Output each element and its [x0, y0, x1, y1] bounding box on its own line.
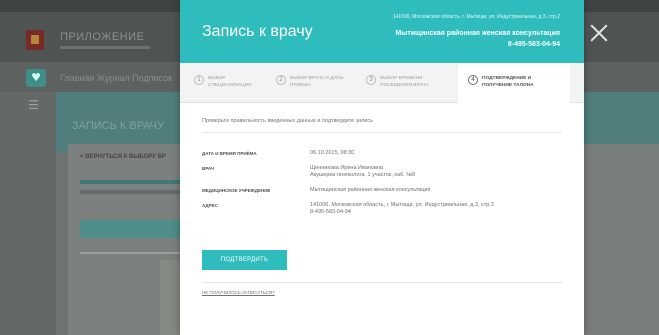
bg-sidebar [0, 92, 56, 335]
detail-value: Мытищинская районная женская консультаци… [310, 187, 431, 193]
header-organization: Мытищинская районная женская консультаци… [395, 30, 561, 37]
heart-icon: ♥ [26, 69, 46, 87]
step-label: Выбор врача и даты приема [290, 76, 344, 88]
detail-row: Дата и время приёма 06.10.2015, 08:30 [202, 150, 562, 157]
step-2[interactable]: 2 Выбор врача и даты приема [276, 63, 366, 103]
bg-nav-text: Главная Журнал Подписок [60, 73, 173, 83]
modal-title: Запись к врачу [202, 23, 313, 40]
step-3[interactable]: 3 Выбор времени посещения врача [366, 63, 458, 103]
detail-value: Щенникова Ирина Ивановна Акушерка гинеко… [310, 165, 416, 178]
detail-label: Адрес [202, 203, 218, 208]
step-label: Выбор специализации [208, 76, 252, 88]
detail-row: Врач Щенникова Ирина Ивановна Акушерка г… [202, 165, 562, 179]
modal-header: Запись к врачу 141006, Московская област… [180, 0, 584, 63]
header-address: 141006, Московская область, г. Мытищи, у… [392, 14, 560, 20]
detail-label: Медицинское учреждение [202, 188, 271, 193]
bg-brand-sub [60, 46, 150, 49]
detail-row: Медицинское учреждение Мытищинская район… [202, 187, 562, 194]
confirm-button[interactable]: Подтвердить [202, 250, 287, 270]
step-label: Подтверждение и получение талона [482, 76, 534, 88]
detail-value: 06.10.2015, 08:30 [310, 150, 355, 156]
appointment-details: Дата и время приёма 06.10.2015, 08:30 Вр… [202, 150, 562, 224]
step-1[interactable]: 1 Выбор специализации [194, 63, 276, 103]
intro-text: Проверьте правильность введенных данных … [202, 118, 562, 133]
bg-banner-text: ЗАПИСЬ К ВРАЧУ [72, 120, 165, 132]
close-icon[interactable] [588, 22, 610, 44]
hamburger-icon: ☰ [28, 98, 39, 112]
appointment-modal: Запись к врачу 141006, Московская област… [180, 0, 584, 335]
step-label: Выбор времени посещения врача [380, 76, 429, 88]
bg-right-panel [580, 144, 659, 335]
bg-back-link: < ВЕРНУТЬСЯ К ВЫБОРУ ВР [80, 154, 166, 160]
step-number: 2 [276, 75, 286, 85]
step-4-active[interactable]: 4 Подтверждение и получение талона [458, 63, 570, 103]
step-number: 4 [468, 75, 478, 85]
step-number: 1 [194, 75, 204, 85]
detail-label: Врач [202, 166, 214, 171]
detail-value: 141006, Московская область, г. Мытищи, у… [310, 202, 494, 215]
bg-brand: ПРИЛОЖЕНИЕ [60, 31, 145, 43]
step-number: 3 [366, 75, 376, 85]
detail-row: Адрес 141006, Московская область, г. Мыт… [202, 202, 562, 216]
help-link[interactable]: Не получилось записаться? [202, 290, 275, 295]
coat-of-arms-icon [26, 30, 44, 50]
divider [202, 282, 562, 283]
wizard-steps: 1 Выбор специализации 2 Выбор врача и да… [180, 63, 584, 103]
detail-label: Дата и время приёма [202, 151, 257, 156]
bg-card-line [80, 190, 190, 194]
header-phone: 8-495-583-04-94 [507, 41, 560, 48]
